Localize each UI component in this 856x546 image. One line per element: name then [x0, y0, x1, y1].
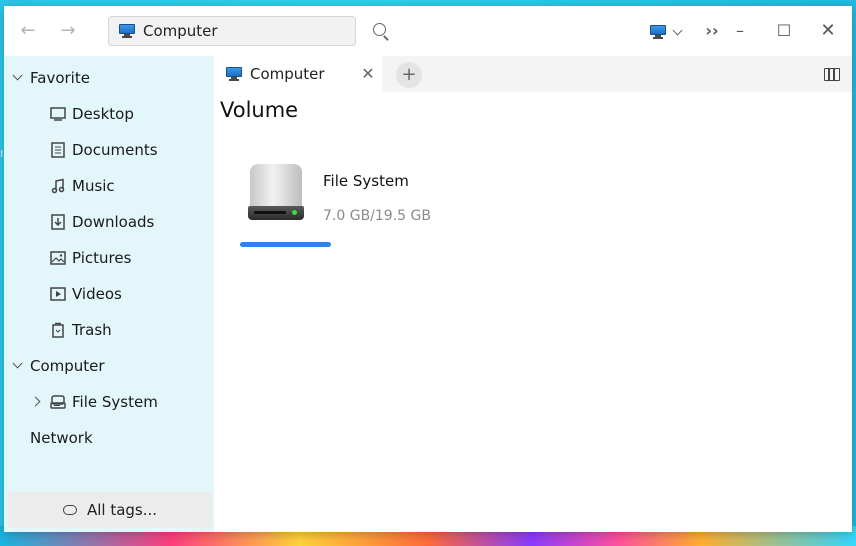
drive-icon: [50, 394, 66, 410]
forward-button[interactable]: →: [56, 20, 80, 42]
sidebar-item-pictures[interactable]: Pictures: [4, 243, 214, 273]
minimize-button[interactable]: –: [728, 19, 752, 43]
chevron-down-icon: [672, 25, 683, 35]
sidebar-item-label: File System: [72, 393, 158, 411]
document-icon: [50, 142, 66, 158]
volume-usage-fill: [240, 242, 331, 247]
file-manager-window: ← → Computer ›› – ☐ ✕ Favorite Desktop D…: [4, 6, 852, 532]
add-tab-button[interactable]: +: [396, 62, 422, 88]
download-icon: [50, 214, 66, 230]
sidebar-item-file-system[interactable]: File System: [4, 387, 214, 417]
sidebar-group-computer[interactable]: Computer: [4, 351, 214, 381]
desktop-icon: [50, 106, 66, 122]
sidebar-item-videos[interactable]: Videos: [4, 279, 214, 309]
more-options-button[interactable]: ››: [700, 19, 724, 43]
section-title: Volume: [220, 98, 299, 122]
sidebar-group-label: Favorite: [30, 69, 90, 87]
volume-usage-bar: [240, 242, 331, 247]
sidebar-item-label: Downloads: [72, 213, 155, 231]
sidebar-item-label: Desktop: [72, 105, 134, 123]
computer-icon: [119, 24, 135, 38]
close-button[interactable]: ✕: [816, 19, 840, 43]
all-tags-label: All tags...: [86, 501, 158, 519]
tag-icon: [62, 505, 77, 515]
sidebar-item-label: Pictures: [72, 249, 132, 267]
back-button[interactable]: ←: [16, 20, 40, 42]
sidebar-item-music[interactable]: Music: [4, 171, 214, 201]
view-mode-dropdown[interactable]: [650, 23, 690, 41]
picture-icon: [50, 250, 66, 266]
sidebar-group-network[interactable]: Network: [4, 423, 214, 453]
volume-size: 7.0 GB/19.5 GB: [323, 208, 431, 224]
video-icon: [50, 286, 66, 302]
chevron-down-icon: [12, 358, 23, 369]
tab-label: Computer: [250, 65, 325, 83]
volume-item-file-system[interactable]: File System 7.0 GB/19.5 GB: [240, 158, 480, 248]
sidebar-item-downloads[interactable]: Downloads: [4, 207, 214, 237]
sidebar-item-label: Trash: [72, 321, 112, 339]
trash-icon: [50, 322, 66, 338]
sidebar-item-desktop[interactable]: Desktop: [4, 99, 214, 129]
search-button[interactable]: [370, 20, 392, 42]
sidebar: Favorite Desktop Documents Music Downloa…: [4, 56, 214, 532]
split-view-icon[interactable]: [824, 68, 840, 81]
main-content: Volume File System 7.0 GB/19.5 GB: [216, 92, 852, 532]
computer-icon: [650, 25, 666, 39]
sidebar-group-label: Computer: [30, 357, 105, 375]
sidebar-item-trash[interactable]: Trash: [4, 315, 214, 345]
title-bar: ← → Computer ›› – ☐ ✕: [4, 6, 852, 56]
tab-computer[interactable]: Computer ✕: [216, 56, 382, 92]
sidebar-item-documents[interactable]: Documents: [4, 135, 214, 165]
chevron-right-icon[interactable]: [30, 396, 41, 407]
sidebar-item-label: Documents: [72, 141, 158, 159]
maximize-button[interactable]: ☐: [772, 19, 796, 43]
sidebar-item-label: Videos: [72, 285, 122, 303]
all-tags-button[interactable]: All tags...: [8, 492, 212, 528]
music-icon: [50, 178, 66, 194]
close-icon[interactable]: ✕: [360, 66, 376, 82]
sidebar-group-label: Network: [30, 429, 93, 447]
hard-drive-icon: [248, 164, 304, 222]
tab-bar: Computer ✕ +: [216, 56, 852, 92]
sidebar-group-favorite[interactable]: Favorite: [4, 63, 214, 93]
chevron-down-icon: [12, 70, 23, 81]
address-bar[interactable]: Computer: [108, 16, 356, 46]
volume-name: File System: [323, 172, 409, 190]
sidebar-item-label: Music: [72, 177, 115, 195]
computer-icon: [226, 67, 242, 81]
address-label: Computer: [143, 22, 218, 40]
